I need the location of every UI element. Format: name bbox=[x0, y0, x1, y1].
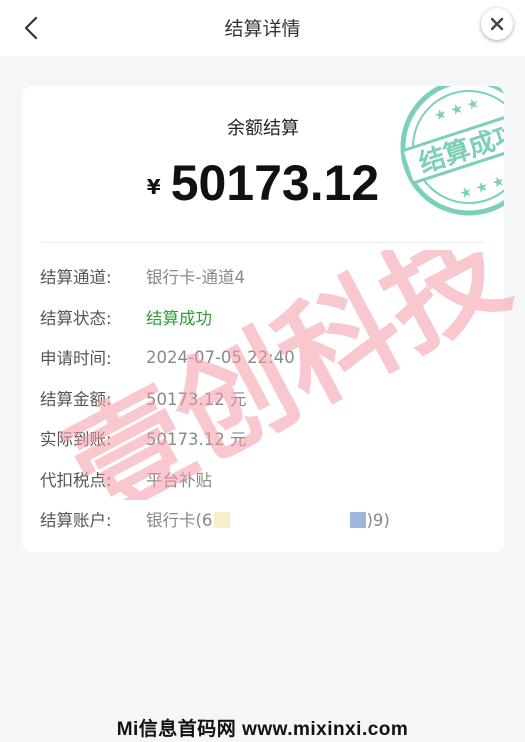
page-title: 结算详情 bbox=[224, 18, 301, 40]
row-value: 50173.12 元 bbox=[146, 389, 247, 409]
detail-row-amount: 结算金额: 50173.12 元 bbox=[40, 378, 490, 419]
redaction-mask bbox=[350, 512, 367, 529]
status-value: 结算成功 bbox=[146, 308, 212, 328]
row-value: 银行卡-通道4 bbox=[146, 268, 245, 288]
amount-value: 50173.12 bbox=[170, 155, 380, 211]
account-prefix: 银行卡(6 bbox=[146, 511, 213, 531]
row-label: 申请时间: bbox=[40, 349, 112, 369]
row-value: 50173.12 元 bbox=[146, 430, 247, 450]
row-value: 2024-07-05 22:40 bbox=[146, 347, 295, 367]
nav-bar: 结算详情 bbox=[0, 0, 525, 56]
detail-row-channel: 结算通道: 银行卡-通道4 bbox=[40, 256, 490, 297]
settlement-card: 结算成功 ★ ★ ★ ★ ★ ★ 余额结算 ¥50173.12 结算通道: 银行… bbox=[22, 86, 504, 552]
detail-row-received: 实际到账: 50173.12 元 bbox=[40, 418, 490, 459]
detail-row-time: 申请时间: 2024-07-05 22:40 bbox=[40, 337, 490, 378]
redaction-mask bbox=[214, 512, 231, 529]
detail-row-status: 结算状态: 结算成功 bbox=[40, 297, 490, 338]
divider bbox=[42, 242, 484, 243]
row-label: 结算金额: bbox=[40, 389, 112, 409]
account-suffix: )9) bbox=[366, 511, 390, 531]
currency-symbol: ¥ bbox=[146, 175, 161, 199]
row-label: 实际到账: bbox=[40, 430, 112, 450]
settlement-type-label: 余额结算 bbox=[227, 118, 299, 139]
detail-row-account: 结算账户: 银行卡(6 )9) bbox=[40, 499, 490, 540]
close-icon bbox=[490, 17, 504, 31]
account-value: 银行卡(6 )9) bbox=[146, 507, 390, 531]
row-label: 结算通道: bbox=[40, 268, 112, 288]
footer-watermark: Mi信息首码网 www.mixinxi.com bbox=[116, 719, 409, 740]
detail-row-tax: 代扣税点: 平台补贴 bbox=[40, 459, 490, 500]
row-label: 结算状态: bbox=[40, 308, 112, 328]
redaction-gap bbox=[230, 512, 350, 528]
row-label: 结算账户: bbox=[40, 511, 112, 531]
row-value: 平台补贴 bbox=[146, 470, 212, 490]
amount-display: ¥50173.12 bbox=[22, 154, 504, 212]
close-button[interactable] bbox=[481, 8, 513, 40]
row-label: 代扣税点: bbox=[40, 470, 112, 490]
detail-list: 结算通道: 银行卡-通道4 结算状态: 结算成功 申请时间: 2024-07-0… bbox=[40, 256, 490, 540]
